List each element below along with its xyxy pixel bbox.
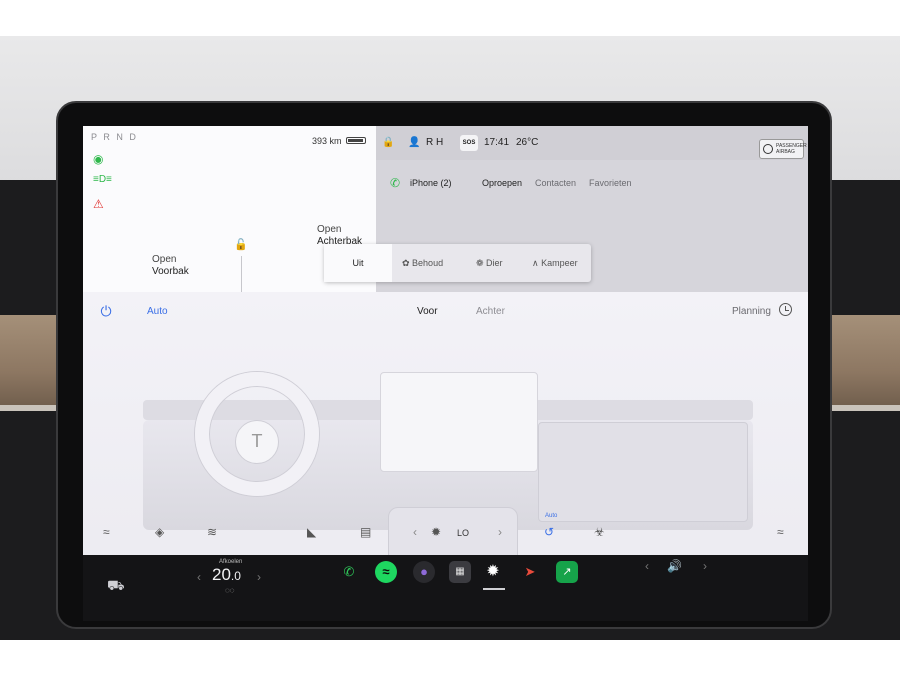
center-display-illustration: [380, 372, 538, 472]
steering-heater-icon[interactable]: ◈: [155, 525, 164, 539]
phone-icon: ✆: [390, 176, 401, 190]
keeper-option-behoud[interactable]: ✿ Behoud: [402, 244, 443, 282]
photo-background: P R N D 393 km ◉ ≡D≡ ⚠ Open Voorbak 🔓 Op…: [0, 0, 900, 675]
spotify-app-icon[interactable]: ≈: [375, 561, 397, 583]
seat-icon: ◌◌: [225, 586, 235, 595]
recirc-auto-label: Auto: [545, 513, 558, 519]
fan-decrease-icon[interactable]: ‹: [413, 525, 417, 539]
frunk-state: Open: [152, 254, 177, 265]
keeper-option-uit[interactable]: Uit: [324, 244, 392, 282]
volume-icon[interactable]: 🔊: [667, 559, 682, 573]
rear-defrost-icon[interactable]: ▤: [360, 525, 371, 539]
bioweapon-mode-icon[interactable]: ☣: [594, 525, 605, 539]
fan-increase-icon[interactable]: ›: [498, 525, 502, 539]
touchscreen: P R N D 393 km ◉ ≡D≡ ⚠ Open Voorbak 🔓 Op…: [83, 126, 808, 621]
parking-light-icon: ≡D≡: [93, 174, 112, 185]
frunk-button[interactable]: Open Voorbak: [152, 254, 189, 278]
profile-icon[interactable]: 👤: [408, 137, 420, 148]
airbag-label: PASSENGER AIRBAG: [776, 143, 807, 155]
glovebox-illustration: [538, 422, 748, 522]
active-app-indicator: [483, 588, 505, 590]
tab-voor[interactable]: Voor: [417, 306, 438, 317]
clock-icon[interactable]: [779, 303, 792, 316]
frunk-name: Voorbak: [152, 266, 189, 277]
front-defrost-icon[interactable]: ◣: [307, 525, 316, 539]
status-bar: 🔒 👤 R H SOS 17:41 26°C PASSENGER AIRBAG: [376, 126, 808, 160]
tesla-logo-icon: T: [235, 420, 279, 464]
volume-up-icon[interactable]: ›: [703, 559, 707, 573]
clock: 17:41: [484, 137, 510, 148]
volume-down-icon[interactable]: ‹: [645, 559, 649, 573]
temp-increase-icon[interactable]: ›: [257, 570, 261, 584]
outside-temperature: 26°C: [516, 137, 539, 148]
phone-device-name: iPhone (2): [410, 178, 452, 188]
climate-fan-app-icon[interactable]: ✹: [482, 561, 504, 583]
tent-icon: ∧: [532, 258, 542, 268]
app-launcher-icon[interactable]: ▦: [449, 561, 471, 583]
range-readout: 393 km: [312, 136, 342, 146]
airbag-icon: [763, 144, 773, 154]
seat-heater-passenger-icon[interactable]: ≈: [777, 525, 784, 539]
gear-indicator: P R N D: [91, 132, 138, 142]
fan-icon: ✹: [431, 525, 442, 539]
trunk-state: Open: [317, 224, 342, 235]
navigation-app-icon[interactable]: ➤: [519, 561, 541, 583]
climate-keeper-menu: Uit ✿ Behoud ❁ Dier ∧ Kampeer: [324, 244, 591, 282]
auto-climate-button[interactable]: Auto: [147, 306, 168, 317]
power-icon[interactable]: ⏻: [97, 302, 115, 320]
keeper-option-dier[interactable]: ❁ Dier: [476, 244, 503, 282]
energy-app-icon[interactable]: ↗: [556, 561, 578, 583]
defrost-icon[interactable]: ≋: [207, 525, 217, 539]
sos-button[interactable]: SOS: [460, 135, 478, 151]
temp-decrease-icon[interactable]: ‹: [197, 570, 201, 584]
tab-favorieten[interactable]: Favorieten: [589, 178, 632, 188]
passenger-airbag-indicator: PASSENGER AIRBAG: [759, 139, 807, 159]
headlight-icon: ◉: [93, 152, 104, 166]
tab-oproepen[interactable]: Oproepen: [482, 178, 522, 188]
tab-achter[interactable]: Achter: [476, 306, 505, 317]
taskbar: ⛟ ‹ Afkoelen 20.0 ◌◌ › ✆ ≈ ● ▦ ✹ ➤ ↗ ‹ 🔊…: [83, 555, 808, 621]
tab-contacten[interactable]: Contacten: [535, 178, 576, 188]
seat-heater-driver-icon[interactable]: ≈: [103, 525, 110, 539]
paw-icon: ❁: [476, 258, 487, 268]
lock-status-icon[interactable]: 🔒: [382, 137, 394, 148]
lock-icon[interactable]: 🔓: [234, 238, 248, 251]
camera-app-icon[interactable]: ●: [413, 561, 435, 583]
cabin-temperature[interactable]: 20.0: [212, 565, 241, 585]
car-icon[interactable]: ⛟: [107, 577, 125, 596]
phone-app-icon[interactable]: ✆: [338, 561, 360, 583]
keeper-option-kampeer[interactable]: ∧ Kampeer: [532, 244, 578, 282]
fan-speed: LO: [457, 528, 470, 538]
car-outline: [241, 256, 242, 292]
battery-icon: [346, 137, 366, 144]
fan-small-icon: ✿: [402, 258, 413, 268]
recirculate-icon[interactable]: ↺: [544, 525, 554, 539]
planning-button[interactable]: Planning: [732, 306, 771, 317]
seatbelt-warning-icon: ⚠: [93, 197, 104, 211]
profile-name[interactable]: R H: [426, 137, 443, 148]
